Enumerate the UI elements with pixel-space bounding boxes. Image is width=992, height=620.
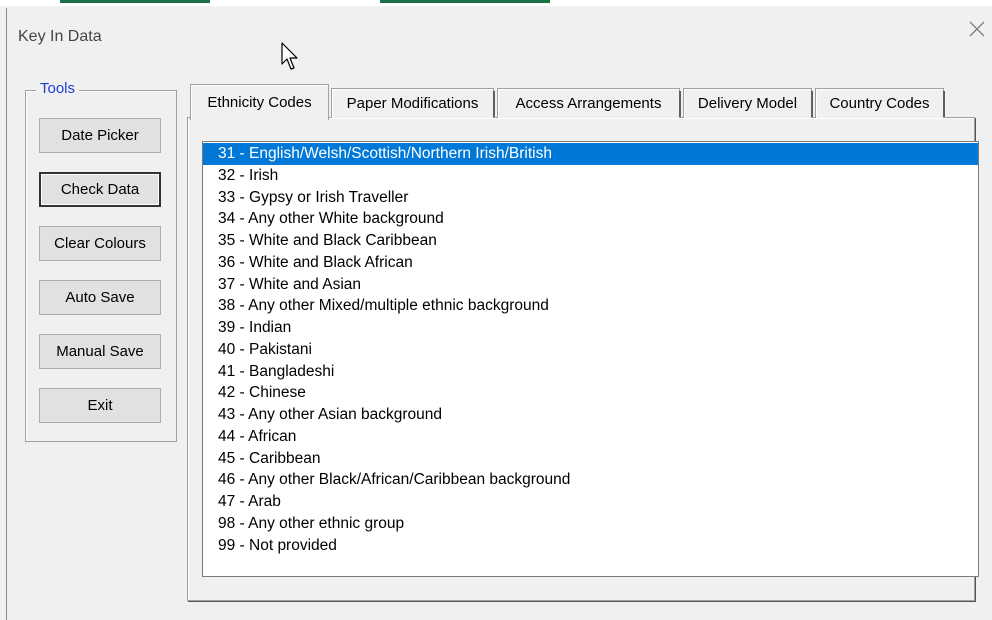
ethnicity-code-list-item[interactable]: 45 - Caribbean [203, 448, 978, 470]
close-icon[interactable] [966, 20, 988, 42]
ethnicity-code-list-item[interactable]: 44 - African [203, 426, 978, 448]
ethnicity-code-list-item[interactable]: 40 - Pakistani [203, 339, 978, 361]
ethnicity-code-list-item[interactable]: 37 - White and Asian [203, 274, 978, 296]
close-icon-glyph [969, 21, 985, 37]
ethnicity-code-list-item[interactable]: 33 - Gypsy or Irish Traveller [203, 187, 978, 209]
ethnicity-code-list-item[interactable]: 32 - Irish [203, 165, 978, 187]
ethnicity-codes-list: 31 - English/Welsh/Scottish/Northern Iri… [203, 143, 978, 556]
ethnicity-code-list-item[interactable]: 39 - Indian [203, 317, 978, 339]
clear-colours-button[interactable]: Clear Colours [39, 226, 161, 261]
ethnicity-code-list-item[interactable]: 42 - Chinese [203, 382, 978, 404]
dialog-title: Key In Data [18, 28, 102, 45]
manual-save-button[interactable]: Manual Save [39, 334, 161, 369]
tab-paper-modifications[interactable]: Paper Modifications [331, 88, 495, 118]
tab-country-codes[interactable]: Country Codes [815, 88, 945, 118]
ethnicity-code-list-item[interactable]: 31 - English/Welsh/Scottish/Northern Iri… [203, 143, 978, 165]
date-picker-button[interactable]: Date Picker [39, 118, 161, 153]
ethnicity-code-list-item[interactable]: 98 - Any other ethnic group [203, 513, 978, 535]
exit-button[interactable]: Exit [39, 388, 161, 423]
ethnicity-code-list-item[interactable]: 38 - Any other Mixed/multiple ethnic bac… [203, 295, 978, 317]
ethnicity-code-list-item[interactable]: 43 - Any other Asian background [203, 404, 978, 426]
ethnicity-code-list-item[interactable]: 99 - Not provided [203, 535, 978, 557]
ethnicity-code-list-item[interactable]: 36 - White and Black African [203, 252, 978, 274]
ethnicity-code-list-item[interactable]: 34 - Any other White background [203, 208, 978, 230]
check-data-button[interactable]: Check Data [39, 172, 161, 207]
ethnicity-code-list-item[interactable]: 41 - Bangladeshi [203, 361, 978, 383]
tools-group-legend: Tools [36, 80, 80, 97]
auto-save-button[interactable]: Auto Save [39, 280, 161, 315]
tab-delivery-model[interactable]: Delivery Model [683, 88, 813, 118]
ethnicity-code-list-item[interactable]: 46 - Any other Black/African/Caribbean b… [203, 469, 978, 491]
background-app-accent [60, 0, 210, 3]
mouse-pointer-icon [281, 42, 301, 77]
background-app-strip [0, 0, 992, 6]
ethnicity-code-list-item[interactable]: 35 - White and Black Caribbean [203, 230, 978, 252]
tab-access-arrangements[interactable]: Access Arrangements [497, 88, 681, 118]
ethnicity-codes-listbox[interactable]: 31 - English/Welsh/Scottish/Northern Iri… [202, 141, 979, 577]
tab-ethnicity-codes[interactable]: Ethnicity Codes [190, 84, 329, 120]
ethnicity-code-list-item[interactable]: 47 - Arab [203, 491, 978, 513]
background-app-accent [380, 0, 550, 3]
